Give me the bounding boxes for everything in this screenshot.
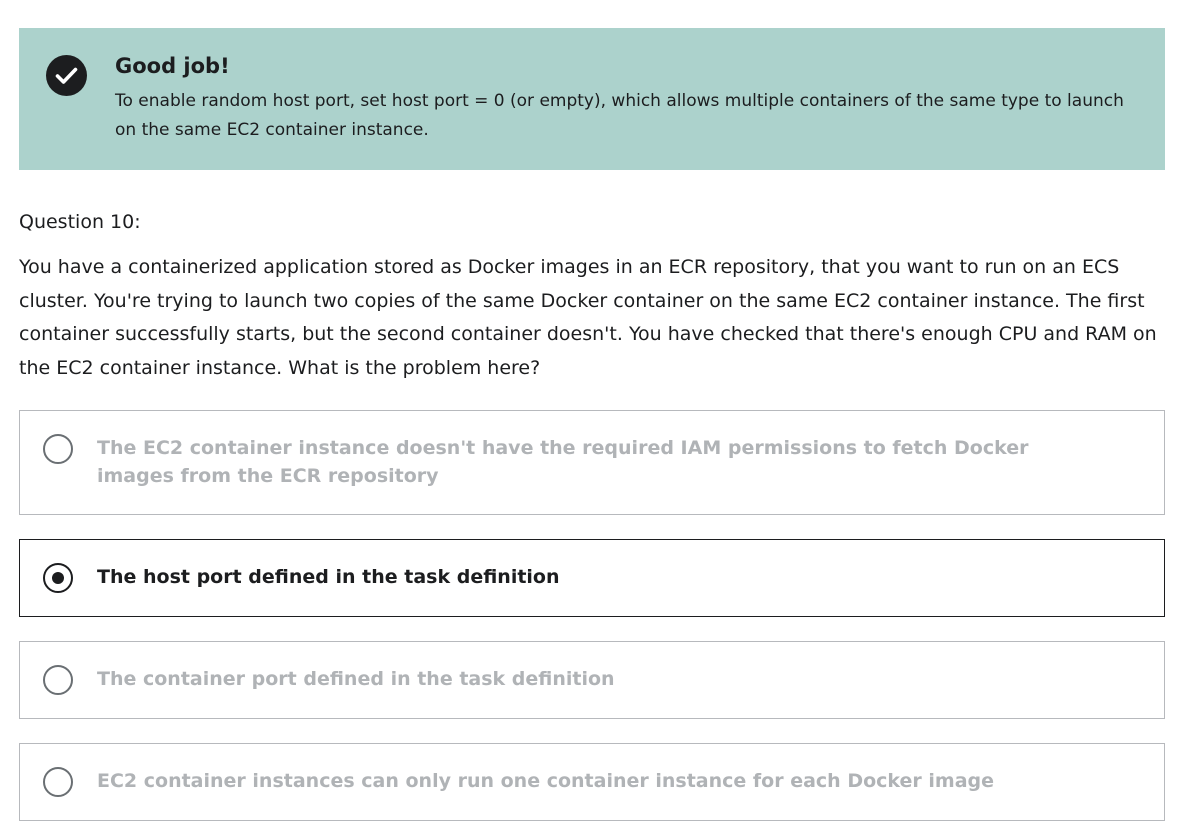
question-number: Question 10: xyxy=(19,211,141,233)
feedback-banner: Good job! To enable random host port, se… xyxy=(19,28,1165,170)
answer-option-4[interactable]: EC2 container instances can only run one… xyxy=(19,743,1165,821)
question-text: You have a containerized application sto… xyxy=(19,256,1157,379)
answer-label: The container port defined in the task d… xyxy=(97,668,615,690)
answer-option-1[interactable]: The EC2 container instance doesn't have … xyxy=(19,410,1165,515)
answer-label: EC2 container instances can only run one… xyxy=(97,770,995,792)
radio-selected-dot xyxy=(52,572,64,584)
answer-label: The host port defined in the task defini… xyxy=(97,566,560,588)
answer-option-3[interactable]: The container port defined in the task d… xyxy=(19,641,1165,719)
radio-button-icon[interactable] xyxy=(43,434,73,464)
check-circle-icon xyxy=(46,55,87,96)
answer-option-2[interactable]: The host port defined in the task defini… xyxy=(19,539,1165,617)
feedback-title: Good job! xyxy=(115,54,230,78)
radio-button-icon[interactable] xyxy=(43,665,73,695)
feedback-message: To enable random host port, set host por… xyxy=(115,91,1124,140)
radio-button-icon[interactable] xyxy=(43,767,73,797)
radio-button-selected-icon[interactable] xyxy=(43,563,73,593)
quiz-page: Good job! To enable random host port, se… xyxy=(0,0,1178,831)
answer-label: The EC2 container instance doesn't have … xyxy=(97,437,1029,487)
